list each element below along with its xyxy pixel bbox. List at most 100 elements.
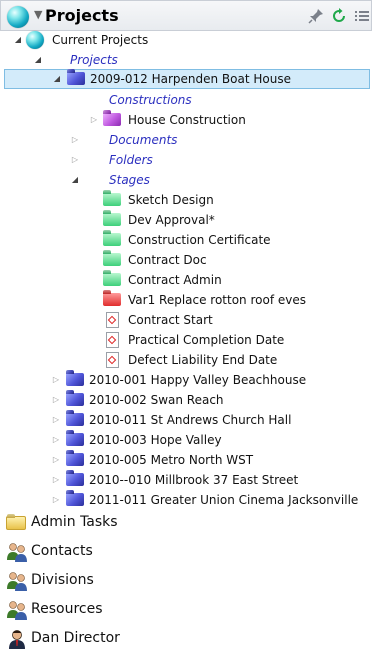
panel-header: ▼ Projects — [0, 0, 372, 31]
date-item[interactable]: Contract Start — [0, 310, 372, 330]
nav-item-label: Divisions — [31, 572, 94, 588]
tree-node-project[interactable]: ▷ 2011-011 Greater Union Cinema Jacksonv… — [0, 490, 372, 510]
stage-label: Contract Doc — [128, 253, 207, 267]
project-folder-icon — [66, 393, 84, 406]
tree-node-label[interactable]: Constructions — [109, 90, 192, 110]
tree-node-label: 2010-011 St Andrews Church Hall — [89, 413, 292, 427]
collapsed-arrow-icon[interactable]: ▷ — [50, 470, 62, 490]
milestone-document-icon — [106, 352, 119, 368]
project-folder-icon — [66, 453, 84, 466]
tree-node-label: 2011-011 Greater Union Cinema Jacksonvil… — [89, 493, 359, 507]
date-label: Practical Completion Date — [128, 333, 285, 347]
project-folder-icon — [66, 413, 84, 426]
construction-folder-icon — [103, 113, 121, 126]
date-item[interactable]: Practical Completion Date — [0, 330, 372, 350]
tree-node-project[interactable]: ▷ 2010-002 Swan Reach — [0, 390, 372, 410]
stage-label: Sketch Design — [128, 193, 214, 207]
nav-item-label: Dan Director — [31, 630, 120, 646]
tree-node-label: 2009-012 Harpenden Boat House — [90, 72, 291, 86]
expanded-arrow-icon[interactable]: ◢ — [51, 70, 63, 88]
tree-node-project[interactable]: ▷ 2010--010 Millbrook 37 East Street — [0, 470, 372, 490]
collapsed-arrow-icon[interactable]: ▷ — [50, 450, 62, 470]
date-label: Contract Start — [128, 313, 213, 327]
expanded-arrow-icon[interactable]: ◢ — [69, 170, 81, 190]
tree-node-label: Current Projects — [52, 33, 149, 47]
stage-item[interactable]: Construction Certificate — [0, 230, 372, 250]
stage-label: Dev Approval* — [128, 213, 215, 227]
collapse-arrow-icon[interactable]: ▼ — [34, 8, 42, 21]
stage-folder-icon — [103, 213, 121, 226]
people-icon — [7, 601, 27, 620]
projects-globe-icon — [7, 6, 29, 28]
stage-item[interactable]: Contract Doc — [0, 250, 372, 270]
milestone-document-icon — [106, 332, 119, 348]
people-icon — [7, 543, 27, 562]
tree-node-selected-project[interactable]: ◢ 2009-012 Harpenden Boat House — [4, 69, 370, 89]
stage-item[interactable]: Contract Admin — [0, 270, 372, 290]
collapsed-arrow-icon[interactable]: ▷ — [69, 150, 81, 170]
stage-item-variation[interactable]: Var1 Replace rotton roof eves — [0, 290, 372, 310]
tree-node-projects-link[interactable]: ◢ Projects — [0, 50, 372, 70]
date-item[interactable]: Defect Liability End Date — [0, 350, 372, 370]
stage-folder-icon — [103, 253, 121, 266]
project-folder-icon — [67, 72, 85, 85]
tree-node-constructions[interactable]: Constructions — [0, 90, 372, 110]
pin-icon[interactable] — [308, 8, 324, 24]
stage-folder-icon — [103, 193, 121, 206]
nav-item-label: Contacts — [31, 543, 93, 559]
tree-node-house-construction[interactable]: ▷ House Construction — [0, 110, 372, 130]
milestone-document-icon — [106, 312, 119, 328]
tree-node-project[interactable]: ▷ 2010-005 Metro North WST — [0, 450, 372, 470]
collapsed-arrow-icon[interactable]: ▷ — [50, 390, 62, 410]
tree-node-project[interactable]: ▷ 2010-011 St Andrews Church Hall — [0, 410, 372, 430]
folder-icon — [6, 516, 26, 530]
person-icon — [9, 630, 25, 649]
tree-node-label[interactable]: Folders — [109, 150, 153, 170]
nav-item-divisions[interactable]: Divisions — [0, 566, 372, 594]
list-icon[interactable] — [354, 8, 370, 24]
collapsed-arrow-icon[interactable]: ▷ — [50, 410, 62, 430]
tree-node-label: 2010--010 Millbrook 37 East Street — [89, 473, 299, 487]
nav-item-contacts[interactable]: Contacts — [0, 537, 372, 565]
nav-item-resources[interactable]: Resources — [0, 595, 372, 623]
tree-node-label: House Construction — [128, 113, 246, 127]
nav-item-label: Admin Tasks — [31, 514, 118, 530]
tree-node-label[interactable]: Stages — [109, 170, 150, 190]
date-label: Defect Liability End Date — [128, 353, 278, 367]
tree-node-label: 2010-003 Hope Valley — [89, 433, 222, 447]
variation-folder-icon — [103, 293, 121, 306]
tree-node-folders[interactable]: ▷ Folders — [0, 150, 372, 170]
stage-folder-icon — [103, 273, 121, 286]
tree-node-current-projects[interactable]: ◢ Current Projects — [0, 30, 372, 50]
stage-label: Contract Admin — [128, 273, 222, 287]
collapsed-arrow-icon[interactable]: ▷ — [88, 110, 100, 130]
stage-label: Construction Certificate — [128, 233, 271, 247]
people-icon — [7, 572, 27, 591]
project-folder-icon — [66, 473, 84, 486]
expanded-arrow-icon[interactable]: ◢ — [12, 30, 24, 50]
stage-folder-icon — [103, 233, 121, 246]
tree-node-project[interactable]: ▷ 2010-001 Happy Valley Beachhouse — [0, 370, 372, 390]
collapsed-arrow-icon[interactable]: ▷ — [50, 430, 62, 450]
tree-node-project[interactable]: ▷ 2010-003 Hope Valley — [0, 430, 372, 450]
tree-node-label: 2010-005 Metro North WST — [89, 453, 254, 467]
collapsed-arrow-icon[interactable]: ▷ — [69, 130, 81, 150]
tree-node-label: 2010-002 Swan Reach — [89, 393, 224, 407]
collapsed-arrow-icon[interactable]: ▷ — [50, 490, 62, 510]
tree-node-label[interactable]: Projects — [70, 50, 118, 70]
tree-node-label[interactable]: Documents — [109, 130, 177, 150]
tree-node-stages[interactable]: ◢ Stages — [0, 170, 372, 190]
tree-node-documents[interactable]: ▷ Documents — [0, 130, 372, 150]
expanded-arrow-icon[interactable]: ◢ — [32, 50, 44, 70]
refresh-icon[interactable] — [331, 8, 347, 24]
project-folder-icon — [66, 433, 84, 446]
stage-item[interactable]: Dev Approval* — [0, 210, 372, 230]
panel-title: Projects — [45, 6, 119, 25]
project-folder-icon — [66, 373, 84, 386]
globe-icon — [26, 31, 44, 49]
nav-item-admin-tasks[interactable]: Admin Tasks — [0, 508, 372, 536]
stage-label: Var1 Replace rotton roof eves — [128, 293, 306, 307]
stage-item[interactable]: Sketch Design — [0, 190, 372, 210]
collapsed-arrow-icon[interactable]: ▷ — [50, 370, 62, 390]
nav-item-dan-director[interactable]: Dan Director — [0, 624, 372, 652]
